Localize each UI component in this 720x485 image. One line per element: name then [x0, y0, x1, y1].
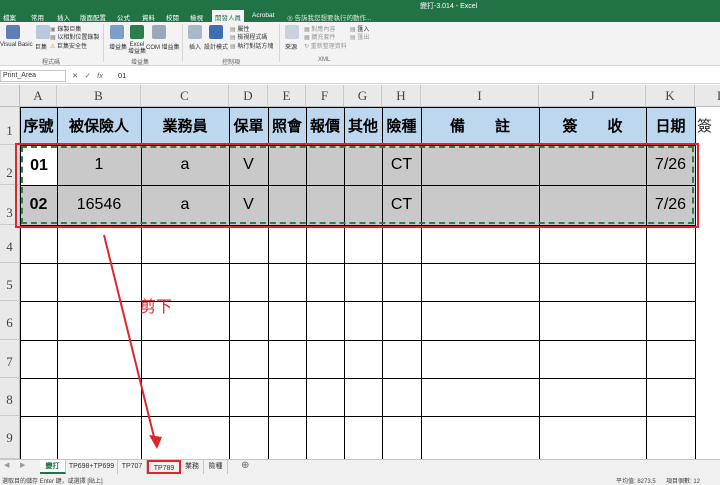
sheet-tab-1[interactable]: 變打	[40, 460, 66, 474]
status-average: 平均值: 8273.5	[616, 479, 656, 485]
macros-button[interactable]: 巨集	[35, 42, 47, 51]
excel-addins-button[interactable]: Excel 增益集	[126, 42, 148, 56]
name-box[interactable]: Print_Area	[0, 70, 66, 82]
expansion-packs-button[interactable]: ▦ 擴充套件	[304, 32, 335, 41]
excel-addins-icon	[130, 25, 144, 39]
ribbon-tabs: 檔案 常用 插入 版面配置 公式 資料 校閱 檢視 開發人員 Acrobat ◎…	[0, 10, 720, 22]
tab-formulas[interactable]: 公式	[117, 12, 130, 22]
fx-icon[interactable]: fx	[97, 71, 103, 80]
annotation-label: 剪下	[140, 297, 173, 316]
arrow-line	[103, 234, 156, 442]
status-bar: 選取目的儲存 Enter 鍵，或選擇 [貼上] 平均值: 8273.5 項目個數…	[0, 475, 720, 485]
design-mode-button[interactable]: 設計模式	[204, 42, 228, 51]
group-label-xml: XML	[318, 57, 331, 63]
group-label-addins: 增益集	[131, 60, 150, 66]
visual-basic-button[interactable]: Visual Basic	[0, 42, 33, 48]
tab-page-layout[interactable]: 版面配置	[80, 12, 106, 22]
tab-home[interactable]: 常用	[31, 12, 44, 22]
formula-input[interactable]: 01	[118, 71, 126, 80]
export-button[interactable]: ▤ 匯出	[350, 32, 369, 41]
ribbon-separator	[103, 24, 104, 62]
macros-icon	[36, 25, 50, 39]
arrow-annotation	[103, 234, 162, 449]
macro-security-button[interactable]: ⚠ 巨集安全性	[50, 41, 87, 50]
addins-icon	[110, 25, 124, 39]
sheet-tab-4[interactable]: TP789	[147, 460, 181, 474]
insert-control-button[interactable]: 插入	[189, 42, 201, 51]
relative-refs-button[interactable]: ▦ 以相對位置錄製	[50, 32, 99, 41]
formula-buttons: ✕ ✓ fx	[72, 71, 103, 80]
refresh-data-button[interactable]: ↻ 重新整理資料	[304, 41, 347, 50]
run-dialog-button[interactable]: ▤ 執行對話方塊	[230, 41, 273, 50]
tab-insert[interactable]: 插入	[57, 12, 70, 22]
tab-file[interactable]: 檔案	[3, 12, 16, 22]
tell-me-search[interactable]: ◎ 告訴我您想要執行的動作...	[287, 12, 371, 22]
design-mode-icon	[209, 25, 223, 39]
group-label-code: 程式碼	[42, 60, 61, 66]
tab-scroll-left-icon[interactable]: ◀	[4, 461, 9, 469]
ribbon-separator	[279, 24, 280, 62]
status-message: 選取目的儲存 Enter 鍵，或選擇 [貼上]	[2, 479, 103, 485]
visual-basic-icon	[6, 25, 20, 39]
tab-view[interactable]: 檢視	[190, 12, 203, 22]
sheet-tab-6[interactable]: 險種	[204, 460, 228, 474]
tab-data[interactable]: 資料	[142, 12, 155, 22]
com-addins-button[interactable]: COM 增益集	[146, 42, 180, 51]
arrow-head	[149, 435, 162, 449]
title-bar: 變打-3.014 - Excel	[0, 0, 720, 10]
tab-developer[interactable]: 開發人員	[212, 10, 244, 22]
ribbon-body: Visual Basic 巨集 ▣ 錄製巨集 ▦ 以相對位置錄製 ⚠ 巨集安全性…	[0, 22, 720, 66]
insert-control-icon	[188, 25, 202, 39]
formula-bar: Print_Area ✕ ✓ fx 01	[0, 67, 720, 84]
ribbon-separator	[182, 24, 183, 62]
sheet-tab-5[interactable]: 業務	[181, 460, 204, 474]
enter-icon[interactable]: ✓	[85, 71, 91, 80]
sheet-tabs-bar: ◀ ▶ 變打 TP698+TP699 TP707 TP789 業務 險種 ⊕	[0, 459, 720, 475]
addins-button[interactable]: 增益集	[109, 42, 127, 51]
status-count: 項目個數: 12	[666, 479, 701, 485]
com-addins-icon	[152, 25, 166, 39]
tab-acrobat[interactable]: Acrobat	[252, 12, 274, 19]
add-sheet-icon[interactable]: ⊕	[241, 460, 249, 471]
group-label-controls: 控制項	[222, 60, 241, 66]
sheet-tab-3[interactable]: TP707	[118, 460, 147, 474]
refresh-icon: ↻	[304, 44, 311, 50]
tab-scroll-right-icon[interactable]: ▶	[20, 461, 25, 469]
worksheet-grid[interactable]: A B C D E F G H I J K L 1 2 3 4 5 6 7 8 …	[0, 85, 720, 459]
source-button[interactable]: 來源	[285, 42, 297, 51]
tab-review[interactable]: 校閱	[166, 12, 179, 22]
warning-icon: ⚠	[50, 44, 58, 50]
cancel-icon[interactable]: ✕	[72, 71, 78, 80]
sheet-tab-2[interactable]: TP698+TP699	[66, 460, 118, 474]
view-code-button[interactable]: ▤ 檢視程式碼	[230, 32, 267, 41]
source-icon	[285, 25, 299, 39]
